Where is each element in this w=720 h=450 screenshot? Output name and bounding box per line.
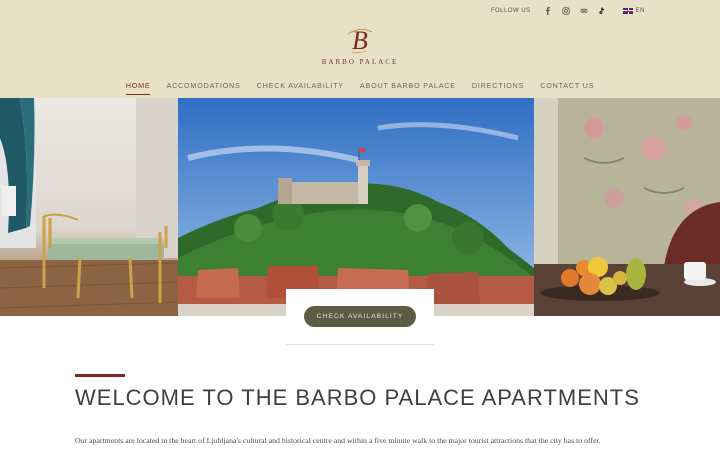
language-label: EN	[635, 8, 645, 14]
nav-item-about[interactable]: ABOUT BARBO PALACE	[360, 81, 456, 95]
nav-item-check-availability[interactable]: CHECK AVAILABILITY	[257, 81, 344, 95]
nav-item-directions[interactable]: DIRECTIONS	[472, 81, 524, 95]
intro-text: Our apartments are located in the heart …	[75, 436, 601, 445]
follow-us-label: FOLLOW US	[490, 8, 531, 14]
facebook-icon[interactable]	[543, 5, 553, 17]
check-availability-button[interactable]: CHECK AVAILABILITY	[304, 306, 416, 327]
nav-item-home[interactable]: HOME	[125, 81, 151, 95]
tiktok-icon[interactable]	[597, 5, 607, 17]
heading-accent-line	[75, 374, 125, 377]
hero-gallery	[0, 98, 720, 316]
top-bar: FOLLOW US EN	[491, 5, 645, 17]
hero-image-fruit	[534, 98, 720, 316]
logo-mark-icon: B	[347, 26, 373, 55]
logo-letter: B	[352, 26, 368, 55]
uk-flag-icon	[622, 8, 633, 14]
nav-item-contact[interactable]: CONTACT US	[540, 81, 594, 95]
hero-image-castle	[178, 98, 534, 316]
main-nav: HOME ACCOMODATIONS CHECK AVAILABILITY AB…	[0, 81, 720, 95]
language-selector[interactable]: EN	[622, 8, 645, 14]
hero-image-interior	[0, 98, 179, 316]
nav-item-accomodations[interactable]: ACCOMODATIONS	[166, 81, 240, 95]
page-title: WELCOME TO THE BARBO PALACE APARTMENTS	[75, 385, 640, 410]
logo-name: BARBO PALACE	[321, 58, 399, 66]
site-logo[interactable]: B BARBO PALACE	[0, 24, 720, 66]
tripadvisor-icon[interactable]	[579, 5, 589, 17]
instagram-icon[interactable]	[561, 5, 571, 17]
site-header: FOLLOW US EN B BARBO PALACE HOME ACCOMOD…	[0, 0, 720, 98]
